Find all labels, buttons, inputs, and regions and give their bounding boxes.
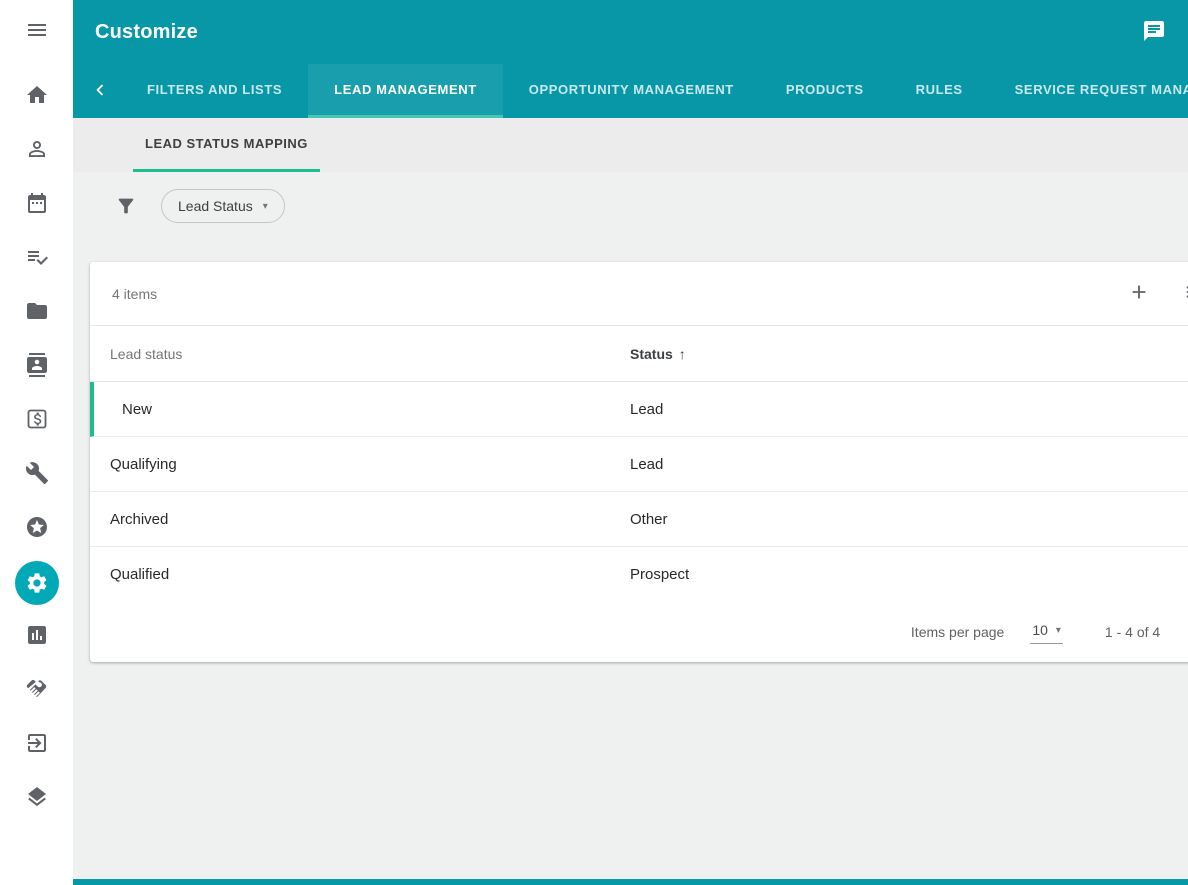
sidebar-item-layers[interactable] [0,772,73,826]
page-size-value: 10 [1032,622,1048,638]
lead-status-mapping-card: 4 items Lead status [90,262,1188,662]
cell-lead-status: Archived [110,511,630,528]
cell-status: Prospect [630,566,1132,583]
add-item-button[interactable] [1128,281,1150,306]
sidebar-item-profile[interactable] [0,124,73,178]
dollar-invoice-icon [25,407,49,436]
cell-lead-status: Qualified [110,566,630,583]
star-circle-icon [25,515,49,544]
tab-products[interactable]: PRODUCTS [760,64,890,118]
sidebar-item-tasks[interactable] [0,232,73,286]
content-area: 4 items Lead status [73,240,1188,885]
tab-service-request-management[interactable]: SERVICE REQUEST MANAGEMI [989,64,1188,118]
sub-tab-bar: LEAD STATUS MAPPING [73,118,1188,172]
table-row[interactable]: Archived Other [90,492,1188,547]
cell-lead-status: Qualifying [110,456,630,473]
person-icon [25,137,49,166]
app-window: Customize 99+ [0,0,1188,885]
customize-tab-bar: FILTERS AND LISTS LEAD MANAGEMENT OPPORT… [73,64,1188,118]
handshake-icon [25,677,49,706]
toolbar-actions [1128,281,1188,306]
card-toolbar: 4 items [90,262,1188,326]
caret-down-icon: ▾ [1056,625,1061,636]
calendar-icon [25,191,49,220]
exit-to-app-icon [25,731,49,760]
title-row: Customize 99+ [73,0,1188,64]
column-header-lead-status[interactable]: Lead status [110,346,630,362]
header-actions: 99+ [1142,17,1188,47]
table-row[interactable]: Qualifying Lead [90,437,1188,492]
items-per-page-label: Items per page [911,624,1004,640]
layers-icon [25,785,49,814]
contacts-icon [25,353,49,382]
sidebar-item-home[interactable] [0,70,73,124]
checklist-icon [25,245,49,274]
home-icon [25,83,49,112]
folder-icon [25,299,49,328]
lead-status-filter-chip[interactable]: Lead Status ▾ [161,189,285,223]
page-size-select[interactable]: 10 ▾ [1030,620,1063,644]
chevron-left-icon [89,79,111,104]
subtab-lead-status-mapping[interactable]: LEAD STATUS MAPPING [133,118,320,172]
sidebar-item-reports[interactable] [0,610,73,664]
filter-chip-label: Lead Status [178,198,253,214]
sidebar-item-settings-active[interactable] [0,556,73,610]
filter-funnel-icon [115,195,137,217]
tab-opportunity-management[interactable]: OPPORTUNITY MANAGEMENT [503,64,760,118]
page-title: Customize [95,21,198,44]
sidebar-item-featured[interactable] [0,502,73,556]
bar-chart-icon [25,623,49,652]
sidebar-item-contacts[interactable] [0,340,73,394]
sidebar [0,0,73,885]
settings-gear-icon [15,561,59,605]
table-row[interactable]: Qualified Prospect [90,547,1188,602]
sort-button[interactable] [1184,281,1188,306]
hamburger-menu-icon [25,18,49,47]
sidebar-item-menu[interactable] [0,12,73,52]
tab-lead-management[interactable]: LEAD MANAGEMENT [308,64,503,118]
bottom-teal-strip [73,879,1188,885]
plus-icon [1128,281,1150,306]
cell-status: Other [630,511,1132,528]
chat-button[interactable] [1142,19,1166,46]
row-actions [1132,398,1188,421]
previous-page-button[interactable] [1180,612,1188,652]
filter-bar: Lead Status ▾ [73,172,1188,240]
sort-lines-icon [1184,281,1188,306]
sidebar-item-finance[interactable] [0,394,73,448]
chat-icon [1142,19,1166,46]
tab-rules[interactable]: RULES [890,64,989,118]
pagination-range: 1 - 4 of 4 [1105,624,1160,640]
tabs-scroll-area: FILTERS AND LISTS LEAD MANAGEMENT OPPORT… [121,64,1188,118]
sidebar-item-documents[interactable] [0,286,73,340]
caret-down-icon: ▾ [263,201,268,212]
top-app-bar: Customize 99+ [73,0,1188,118]
sidebar-item-sign-in[interactable] [0,718,73,772]
pagination-bar: Items per page 10 ▾ 1 - 4 of 4 [90,602,1188,662]
items-count: 4 items [112,286,157,302]
wrench-icon [25,461,49,490]
sidebar-item-calendar[interactable] [0,178,73,232]
cell-status: Lead [630,401,1132,418]
cell-status: Lead [630,456,1132,473]
sidebar-item-tools[interactable] [0,448,73,502]
sort-ascending-arrow-icon: ↑ [679,346,686,362]
tabs-scroll-left-button[interactable] [79,64,121,118]
column-header-status-sorted[interactable]: Status ↑ [630,346,1132,362]
cell-lead-status: New [122,401,630,418]
table-row[interactable]: New Lead [90,382,1188,437]
main-area: Customize 99+ [73,0,1188,885]
sidebar-item-partners[interactable] [0,664,73,718]
column-header-status-label: Status [630,346,673,362]
tab-filters-and-lists[interactable]: FILTERS AND LISTS [121,64,308,118]
table-header-row: Lead status Status ↑ [90,326,1188,382]
